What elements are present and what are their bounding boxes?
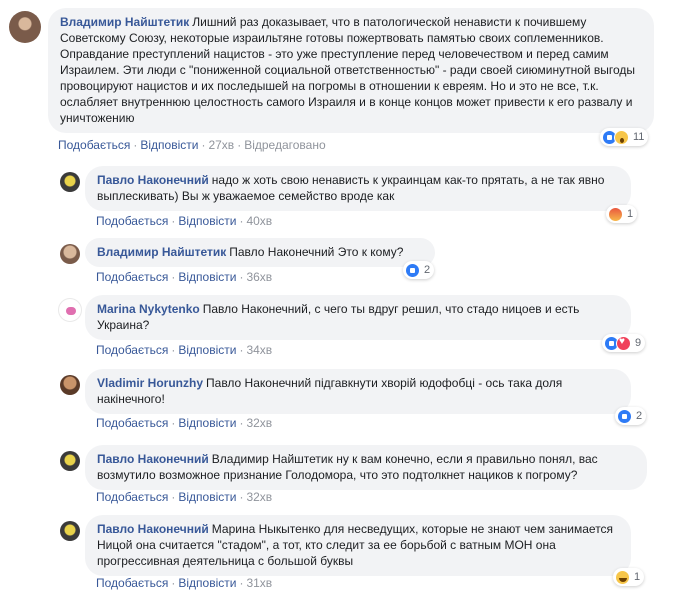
like-button[interactable]: Подобається bbox=[96, 214, 168, 228]
reply-button[interactable]: Відповісти bbox=[178, 270, 236, 284]
separator: · bbox=[239, 416, 244, 430]
comment-bubble: Павло Наконечний надо ж хоть свою ненавис… bbox=[85, 166, 631, 211]
like-icon bbox=[405, 262, 420, 278]
like-icon bbox=[617, 408, 632, 424]
comment-bubble: Marina Nykytenko Павло Наконечний, с чего… bbox=[85, 295, 631, 340]
timestamp[interactable]: 31хв bbox=[246, 576, 272, 590]
separator: · bbox=[171, 490, 176, 504]
timestamp[interactable]: 34хв bbox=[246, 343, 272, 357]
comment-text: Лишний раз доказывает, что в патологичес… bbox=[60, 15, 636, 125]
reply-button[interactable]: Відповісти bbox=[178, 343, 236, 357]
separator: · bbox=[239, 343, 244, 357]
timestamp[interactable]: 27хв bbox=[208, 138, 234, 152]
separator: · bbox=[171, 214, 176, 228]
timestamp[interactable]: 36хв bbox=[246, 270, 272, 284]
separator: · bbox=[201, 138, 206, 152]
avatar[interactable] bbox=[60, 451, 80, 471]
like-button[interactable]: Подобається bbox=[96, 490, 168, 504]
author-name[interactable]: Владимир Найштетик bbox=[60, 15, 189, 29]
edited-label[interactable]: Відредаговано bbox=[244, 138, 325, 152]
separator: · bbox=[237, 138, 242, 152]
author-name[interactable]: Павло Наконечний bbox=[97, 452, 209, 466]
comment-actions: Подобається · Відповісти · 32хв bbox=[96, 490, 272, 504]
author-name[interactable]: Павло Наконечний bbox=[97, 173, 209, 187]
comment-bubble: Владимир Найштетик Павло Наконечний Это к… bbox=[85, 238, 435, 267]
author-name[interactable]: Павло Наконечний bbox=[97, 522, 209, 536]
reactions-badge[interactable]: 1 bbox=[606, 205, 638, 223]
reaction-count: 1 bbox=[634, 571, 641, 583]
reply-button[interactable]: Відповісти bbox=[178, 214, 236, 228]
comment-actions: Подобається · Відповісти · 34хв bbox=[96, 343, 272, 357]
timestamp[interactable]: 40хв bbox=[246, 214, 272, 228]
author-name[interactable]: Vladimir Horunzhy bbox=[97, 376, 203, 390]
reply-button[interactable]: Відповісти bbox=[140, 138, 198, 152]
love-icon bbox=[616, 335, 631, 351]
separator: · bbox=[171, 576, 176, 590]
comment-actions: Подобається · Відповісти · 27хв · Відредагован… bbox=[58, 138, 326, 152]
separator: · bbox=[171, 270, 176, 284]
timestamp[interactable]: 32хв bbox=[246, 490, 272, 504]
reactions-badge[interactable]: 1 bbox=[613, 568, 645, 586]
separator: · bbox=[239, 214, 244, 228]
avatar[interactable] bbox=[60, 172, 80, 192]
separator: · bbox=[171, 343, 176, 357]
reaction-count: 11 bbox=[633, 131, 645, 143]
timestamp[interactable]: 32хв bbox=[246, 416, 272, 430]
reactions-badge[interactable]: 2 bbox=[403, 261, 435, 279]
author-name[interactable]: Marina Nykytenko bbox=[97, 302, 200, 316]
reactions-badge[interactable]: 2 bbox=[615, 407, 647, 425]
comment-bubble: Павло Наконечний Владимир Найштетик ну к … bbox=[85, 445, 647, 490]
reaction-count: 9 bbox=[635, 337, 642, 349]
comment-actions: Подобається · Відповісти · 36хв bbox=[96, 270, 272, 284]
haha-icon bbox=[615, 569, 630, 585]
reply-button[interactable]: Відповісти bbox=[178, 576, 236, 590]
comment-bubble: Павло Наконечний Марина Ныкытенко для нес… bbox=[85, 515, 631, 576]
like-button[interactable]: Подобається bbox=[96, 343, 168, 357]
avatar[interactable] bbox=[60, 521, 80, 541]
comment-actions: Подобається · Відповісти · 40хв bbox=[96, 214, 272, 228]
like-button[interactable]: Подобається bbox=[58, 138, 130, 152]
separator: · bbox=[239, 576, 244, 590]
reaction-count: 2 bbox=[636, 410, 643, 422]
comment-bubble: Vladimir Horunzhy Павло Наконечний підгав… bbox=[85, 369, 631, 414]
separator: · bbox=[171, 416, 176, 430]
comment-bubble: Владимир Найштетик Лишний раз доказывает,… bbox=[48, 8, 654, 133]
avatar[interactable] bbox=[9, 11, 41, 43]
like-button[interactable]: Подобається bbox=[96, 270, 168, 284]
like-button[interactable]: Подобається bbox=[96, 416, 168, 430]
angry-icon bbox=[608, 206, 623, 222]
avatar[interactable] bbox=[60, 244, 80, 264]
avatar[interactable] bbox=[60, 375, 80, 395]
reactions-badge[interactable]: 11 bbox=[600, 128, 649, 146]
reaction-count: 1 bbox=[627, 208, 634, 220]
comment-actions: Подобається · Відповісти · 32хв bbox=[96, 416, 272, 430]
wow-icon bbox=[614, 129, 629, 145]
separator: · bbox=[133, 138, 138, 152]
comment-actions: Подобається · Відповісти · 31хв bbox=[96, 576, 272, 590]
separator: · bbox=[239, 270, 244, 284]
reply-button[interactable]: Відповісти bbox=[178, 416, 236, 430]
comment-text: Павло Наконечний Это к кому? bbox=[229, 245, 404, 259]
reaction-count: 2 bbox=[424, 264, 431, 276]
avatar[interactable] bbox=[58, 298, 82, 322]
separator: · bbox=[239, 490, 244, 504]
author-name[interactable]: Владимир Найштетик bbox=[97, 245, 226, 259]
like-button[interactable]: Подобається bbox=[96, 576, 168, 590]
reply-button[interactable]: Відповісти bbox=[178, 490, 236, 504]
reactions-badge[interactable]: 9 bbox=[602, 334, 646, 352]
